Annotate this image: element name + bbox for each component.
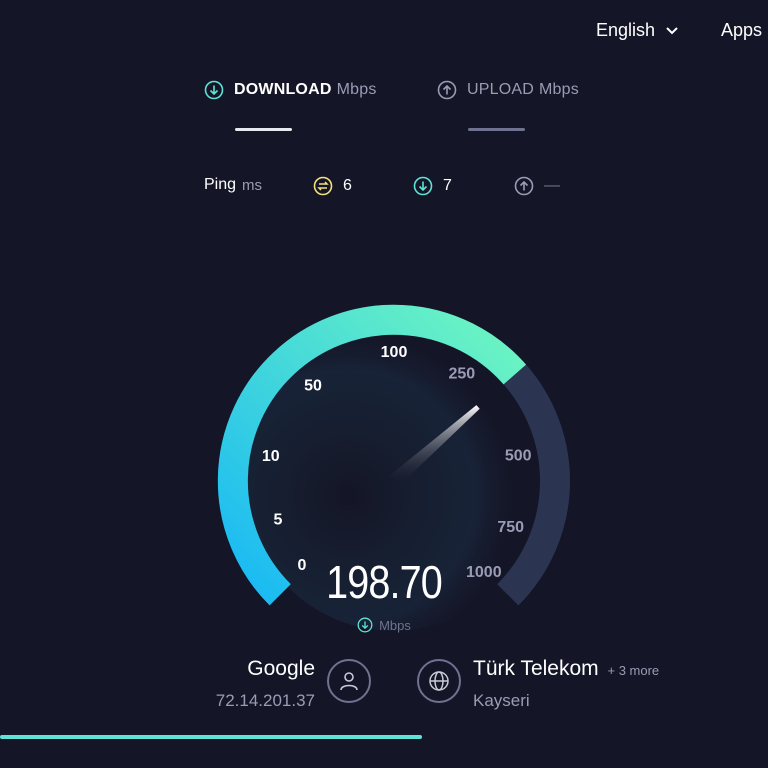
gauge-tick-500: 500: [505, 448, 532, 465]
gauge-tick-10: 10: [262, 448, 280, 465]
gauge-tick-5: 5: [274, 512, 283, 529]
speed-unit-label: Mbps: [379, 617, 411, 633]
gauge-tick-250: 250: [448, 365, 475, 382]
host-name: Google: [247, 657, 315, 680]
gauge-tick-750: 750: [497, 519, 524, 536]
speed-value: 198.70: [326, 556, 443, 608]
gauge-tick-100: 100: [381, 344, 408, 361]
speed-download-icon: [357, 617, 373, 633]
speed-gauge: 0510501002505007501000: [217, 304, 570, 631]
host-ip: 72.14.201.37: [215, 691, 315, 710]
change-server-button[interactable]: [417, 659, 461, 703]
gauge-tick-50: 50: [304, 378, 322, 395]
provider-name: Türk Telekom: [473, 657, 599, 680]
test-progress-bar: [0, 735, 423, 739]
server-location: Kayseri: [473, 691, 530, 710]
user-icon: [340, 672, 358, 691]
change-host-button[interactable]: [327, 659, 371, 703]
globe-icon: [429, 671, 449, 691]
speed-unit-row: Mbps: [0, 617, 768, 633]
provider-more: + 3 more: [607, 663, 660, 678]
provider-row[interactable]: Türk Telekom + 3 more: [473, 657, 659, 681]
